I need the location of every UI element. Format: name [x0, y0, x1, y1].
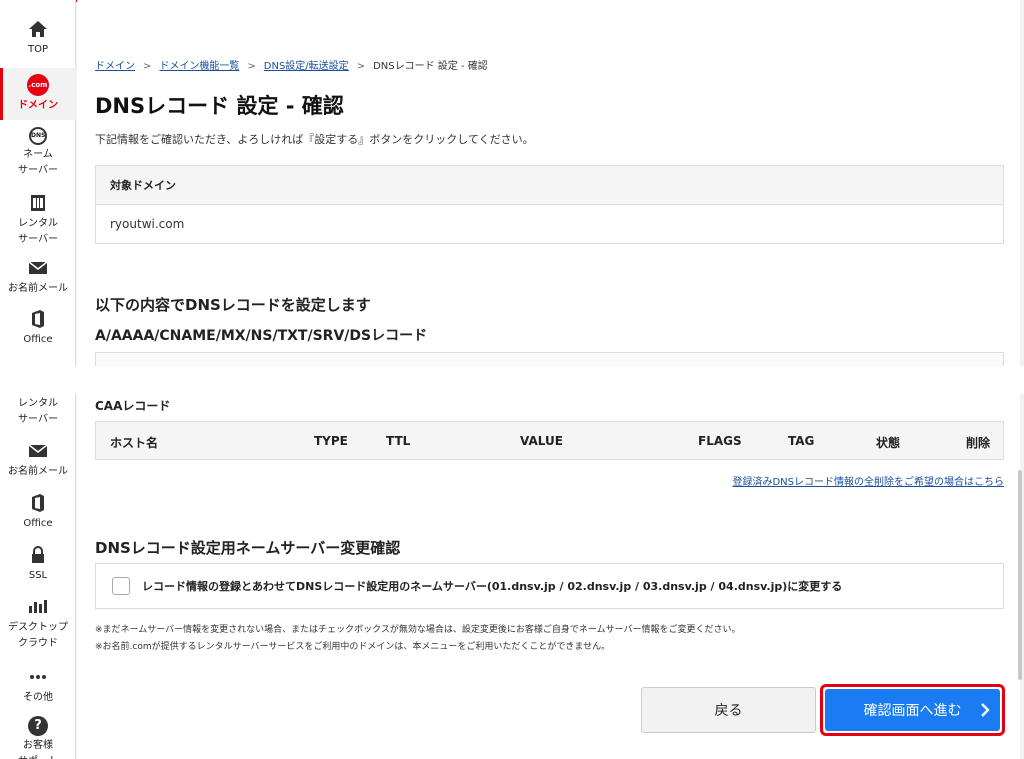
mail-icon: [28, 444, 48, 457]
target-domain-header: 対象ドメイン: [96, 166, 1003, 205]
column-header: TTL: [386, 434, 411, 448]
sidebar-item-label: お客様 サポート: [18, 740, 58, 759]
sidebar-lower: レンタル サーバー お名前メール Office SSL デスクトップ クラウド …: [0, 394, 76, 759]
column-header: 削除: [966, 436, 991, 450]
records-heading: 以下の内容でDNSレコードを設定します: [95, 296, 371, 314]
delete-all-records-link[interactable]: 登録済みDNSレコード情報の全削除をご希望の場合はこちら: [732, 473, 1004, 488]
sidebar-item-label: お名前メール: [8, 466, 68, 477]
breadcrumb-link[interactable]: ドメイン機能一覧: [159, 61, 239, 72]
note-text: ※まだネームサーバー情報を変更されない場合、またはチェックボックスが無効な場合は…: [95, 625, 741, 635]
caa-heading: CAAレコード: [95, 399, 171, 413]
sidebar-item-office[interactable]: Office: [0, 308, 76, 348]
breadcrumb-current: DNSレコード 設定 - 確認: [373, 61, 488, 72]
more-icon: [30, 675, 46, 679]
sidebar-item-nameserver[interactable]: DNS ネーム サーバー: [0, 127, 76, 177]
nameserver-change-label[interactable]: レコード情報の登録とあわせてDNSレコード設定用のネームサーバー(01.dnsv…: [142, 578, 842, 594]
sidebar-item-mail[interactable]: お名前メール: [0, 440, 76, 480]
home-icon: [29, 21, 47, 37]
column-header: 状態: [876, 436, 901, 450]
sidebar-item-rental-server[interactable]: レンタル サーバー: [0, 192, 76, 245]
sidebar-item-top[interactable]: TOP: [0, 18, 76, 62]
server-icon: [31, 195, 45, 211]
sidebar-item-other[interactable]: その他: [0, 666, 76, 703]
next-button-highlight: 確認画面へ進む: [820, 684, 1005, 736]
page-description: 下記情報をご確認いただき、よろしければ『設定する』ボタンをクリックしてください。: [95, 133, 534, 146]
breadcrumb-link[interactable]: ドメイン: [95, 61, 135, 72]
records-subheading: A/AAAA/CNAME/MX/NS/TXT/SRV/DSレコード: [95, 328, 428, 344]
chevron-right-icon: [981, 703, 990, 717]
next-button[interactable]: 確認画面へ進む: [825, 689, 1000, 731]
sidebar-item-label: Office: [23, 518, 53, 529]
nameserver-change-checkbox[interactable]: [112, 577, 130, 595]
column-header: TAG: [788, 434, 815, 448]
breadcrumb-link[interactable]: DNS設定/転送設定: [264, 61, 349, 72]
sidebar-item-label: お名前メール: [8, 283, 68, 294]
column-header: VALUE: [520, 434, 563, 448]
sidebar-item-desktop-cloud[interactable]: デスクトップ クラウド: [0, 596, 76, 649]
next-button-label: 確認画面へ進む: [863, 703, 962, 719]
column-header: ホスト名: [110, 436, 159, 450]
sidebar-item-support[interactable]: ? お客様 サポート: [0, 716, 76, 759]
page-title: DNSレコード 設定 - 確認: [95, 94, 344, 118]
sidebar-item-label: SSL: [28, 570, 48, 581]
back-button[interactable]: 戻る: [641, 687, 816, 733]
sidebar-item-domain[interactable]: .com ドメイン: [0, 68, 76, 120]
sidebar-item-label: デスクトップ クラウド: [8, 622, 68, 649]
breadcrumb: ドメイン > ドメイン機能一覧 > DNS設定/転送設定 > DNSレコード 設定 - 確認: [95, 61, 488, 72]
sidebar-item-label: レンタル サーバー: [18, 398, 58, 425]
sidebar-item-office[interactable]: Office: [0, 492, 76, 532]
screenshot-seam: [0, 366, 1024, 394]
cloud-icon: [29, 600, 47, 613]
caa-table-header: ホスト名 TYPE TTL VALUE FLAGS TAG 状態 削除: [95, 421, 1004, 460]
records-table-top: [95, 352, 1004, 366]
nameserver-change-option: レコード情報の登録とあわせてDNSレコード設定用のネームサーバー(01.dnsv…: [95, 563, 1004, 609]
mail-icon: [28, 261, 48, 274]
target-domain-value: ryoutwi.com: [110, 217, 185, 231]
office-icon: [32, 494, 44, 512]
dotcom-icon: .com: [27, 74, 49, 96]
nameserver-heading: DNSレコード設定用ネームサーバー変更確認: [95, 539, 401, 557]
sidebar-item-label: ネーム サーバー: [18, 149, 58, 176]
target-domain-box: 対象ドメイン ryoutwi.com: [95, 165, 1004, 244]
sidebar-item-ssl[interactable]: SSL: [0, 544, 76, 584]
sidebar-item-label: レンタル サーバー: [18, 218, 58, 245]
sidebar-item-label: TOP: [27, 44, 48, 55]
help-icon: ?: [28, 716, 48, 736]
sidebar-item-label: ドメイン: [18, 100, 58, 111]
note-text: ※お名前.comが提供するレンタルサーバーサービスをご利用中のドメインは、本メニ…: [95, 642, 611, 652]
sidebar-item-mail[interactable]: お名前メール: [0, 257, 76, 297]
office-icon: [32, 310, 44, 328]
sidebar-item-label: その他: [23, 692, 53, 703]
sidebar-item-rental-server[interactable]: レンタル サーバー: [0, 396, 76, 430]
lock-icon: [32, 546, 44, 563]
scrollbar[interactable]: [1018, 470, 1022, 680]
dns-icon: DNS: [29, 127, 47, 145]
column-header: FLAGS: [698, 434, 742, 448]
sidebar-item-label: Office: [23, 334, 53, 345]
column-header: TYPE: [314, 434, 348, 448]
